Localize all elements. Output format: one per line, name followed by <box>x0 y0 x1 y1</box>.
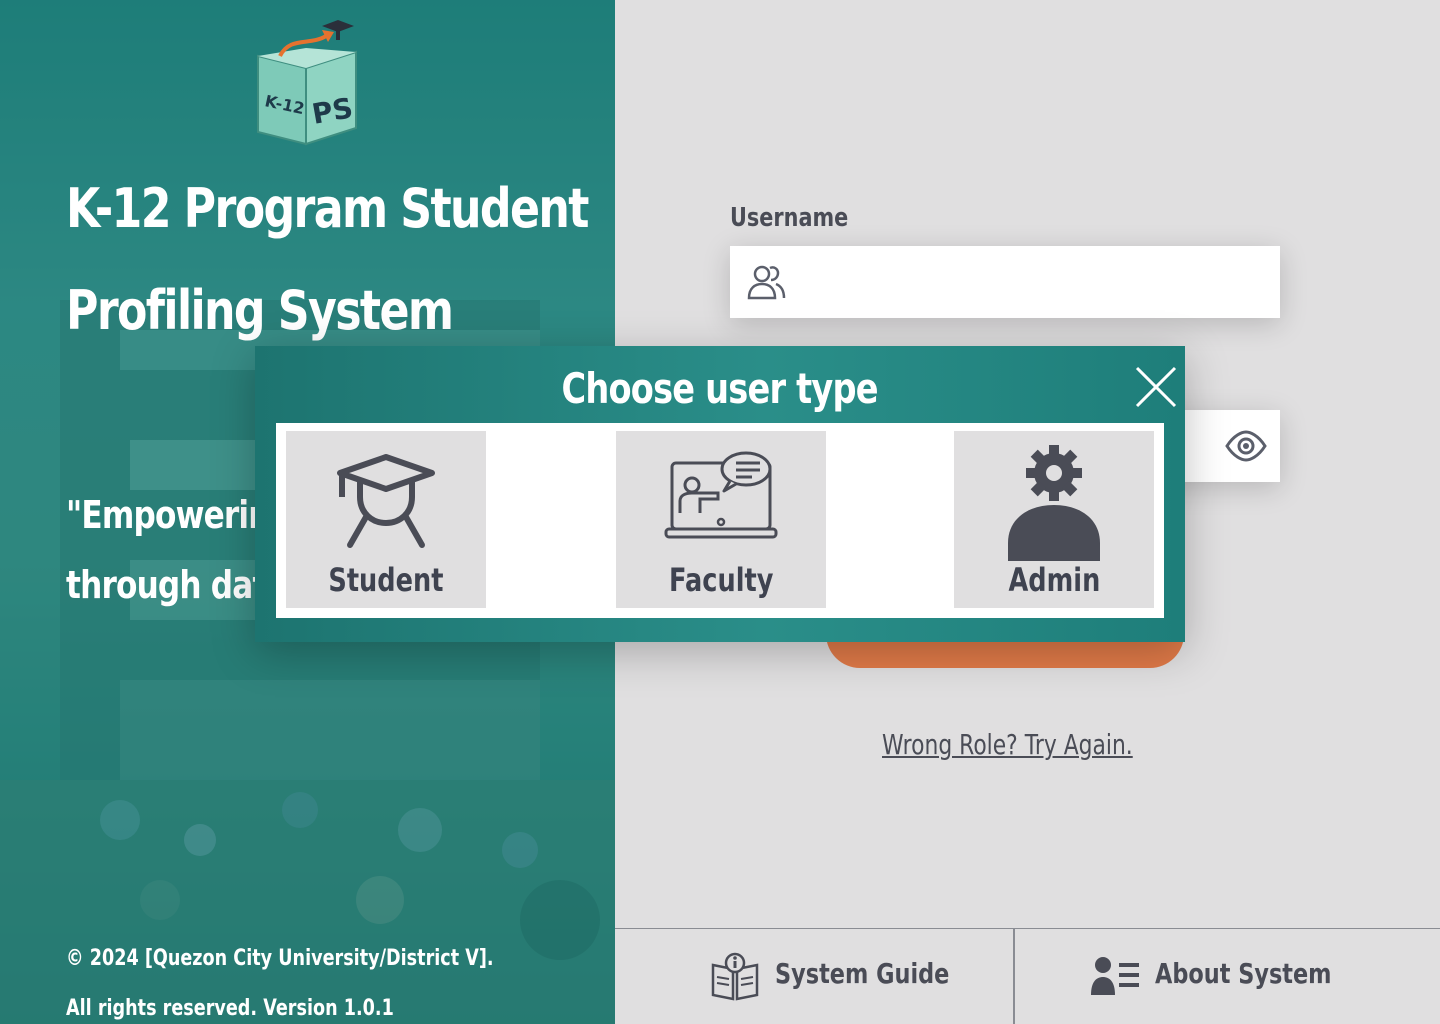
rights-line: All rights reserved. Version 1.0.1 <box>66 996 394 1021</box>
about-system-button[interactable]: About System <box>1085 929 1345 1024</box>
app-title: K-12 Program Student Profiling System <box>66 158 589 362</box>
footer-nav: System Guide About System <box>615 928 1440 1024</box>
user-type-modal: Choose user type Student Faculty Admin <box>255 346 1185 642</box>
system-guide-label: System Guide <box>775 957 950 990</box>
wrong-role-link[interactable]: Wrong Role? Try Again. <box>882 728 1133 761</box>
app-title-line1: K-12 Program Student <box>66 177 589 240</box>
system-guide-button[interactable]: System Guide <box>705 929 965 1024</box>
footer-divider <box>1013 929 1015 1024</box>
svg-text:PS: PS <box>309 91 355 131</box>
username-field[interactable] <box>730 246 1280 318</box>
about-system-label: About System <box>1155 957 1332 990</box>
student-option-label: Student <box>328 561 444 599</box>
username-label: Username <box>730 203 849 233</box>
tagline: "Empowerin through dat <box>66 493 270 607</box>
users-icon <box>747 265 786 300</box>
person-list-icon <box>1091 957 1139 995</box>
graduation-cap-icon <box>337 454 435 548</box>
admin-option[interactable]: Admin <box>954 431 1154 608</box>
close-icon[interactable] <box>1133 364 1179 410</box>
faculty-option[interactable]: Faculty <box>616 431 826 608</box>
k12-ps-logo: K-12 PS <box>257 20 357 146</box>
teacher-board-icon <box>664 451 778 539</box>
book-info-icon <box>711 952 759 1001</box>
student-option[interactable]: Student <box>286 431 486 608</box>
username-input[interactable] <box>804 246 1204 318</box>
admin-gear-icon <box>1008 445 1100 561</box>
copyright-line: © 2024 [Quezon City University/District … <box>66 946 494 971</box>
eye-icon[interactable] <box>1224 426 1268 466</box>
copyright: © 2024 [Quezon City University/District … <box>66 934 494 1024</box>
faculty-option-label: Faculty <box>668 561 774 599</box>
admin-option-label: Admin <box>1008 561 1100 599</box>
user-type-options: Student Faculty Admin <box>276 423 1164 618</box>
modal-title: Choose user type <box>561 364 879 413</box>
